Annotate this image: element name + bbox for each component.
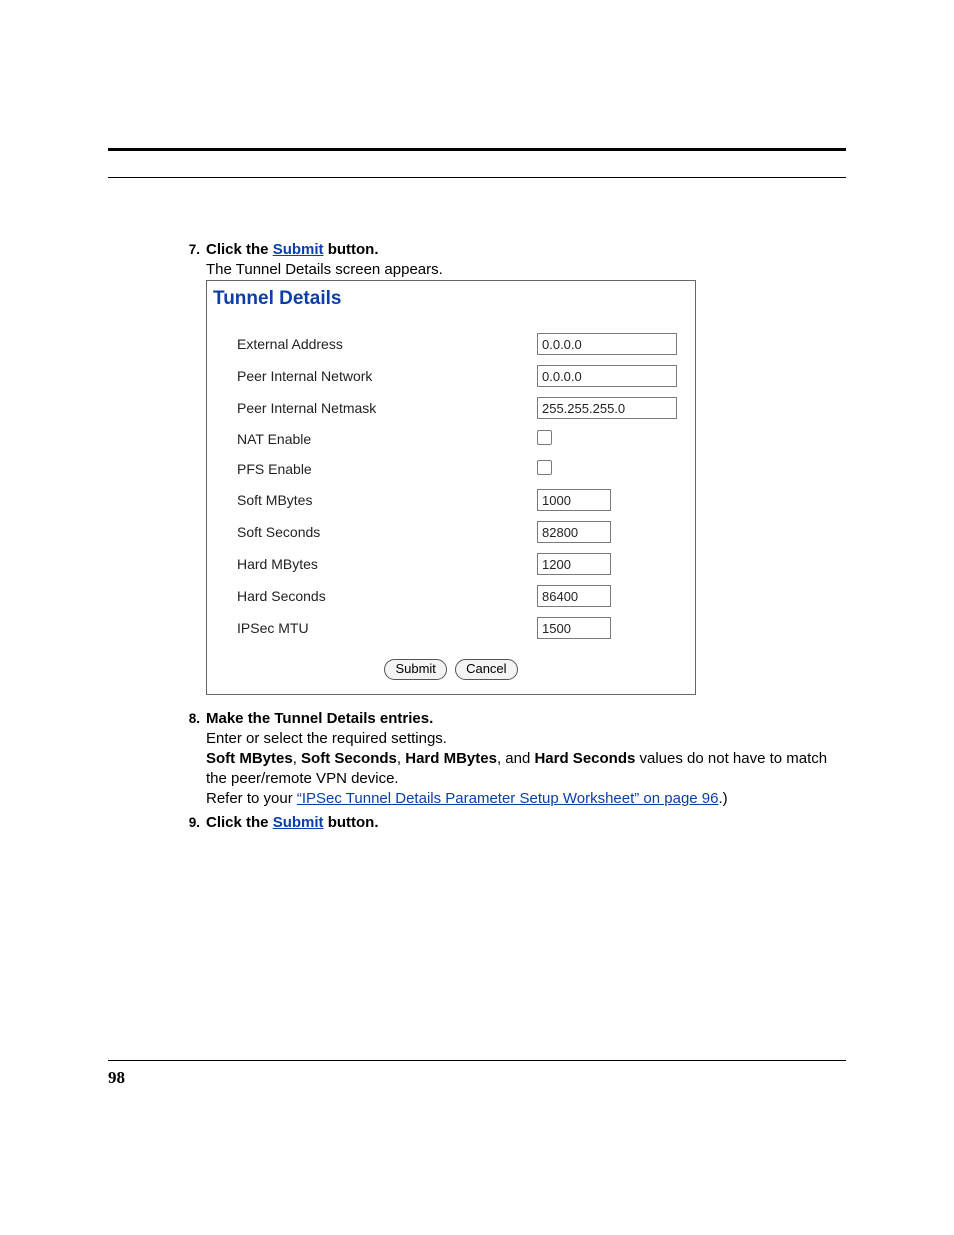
text: Click the [206, 814, 273, 831]
pfs-enable-label: PFS Enable [237, 459, 537, 479]
peer-internal-network-label: Peer Internal Network [237, 366, 537, 386]
pfs-enable-checkbox[interactable] [537, 460, 552, 475]
text: Soft Seconds [301, 750, 397, 767]
soft-seconds-label: Soft Seconds [237, 522, 537, 542]
external-address-input[interactable]: 0.0.0.0 [537, 333, 677, 355]
header-rules [108, 148, 846, 178]
screenshot-title: Tunnel Details [207, 281, 695, 333]
text: Hard Seconds [534, 750, 635, 767]
soft-mbytes-input[interactable]: 1000 [537, 489, 611, 511]
text: Refer to your [206, 790, 297, 807]
submit-link[interactable]: Submit [273, 241, 324, 258]
content-area: 7. Click the Submit button. The Tunnel D… [180, 240, 846, 837]
step-8: 8. Make the Tunnel Details entries. Ente… [180, 709, 846, 809]
peer-internal-netmask-input[interactable]: 255.255.255.0 [537, 397, 677, 419]
step-body: Make the Tunnel Details entries. Enter o… [206, 709, 846, 809]
hard-seconds-label: Hard Seconds [237, 586, 537, 606]
rule-thick [108, 148, 846, 151]
nat-enable-label: NAT Enable [237, 429, 537, 449]
step-number: 8. [178, 709, 200, 729]
text: Click the [206, 241, 273, 258]
text: Enter or select the required settings. [206, 729, 846, 749]
step-number: 9. [178, 813, 200, 833]
page: 7. Click the Submit button. The Tunnel D… [0, 0, 954, 1235]
step-7: 7. Click the Submit button. The Tunnel D… [180, 240, 846, 695]
hard-seconds-input[interactable]: 86400 [537, 585, 611, 607]
tunnel-details-screenshot: Tunnel Details External Address 0.0.0.0 … [206, 280, 696, 695]
footer-rule [108, 1060, 846, 1061]
soft-mbytes-label: Soft MBytes [237, 490, 537, 510]
page-number: 98 [108, 1068, 125, 1088]
text: , [397, 750, 405, 767]
text-line: Refer to your “IPSec Tunnel Details Para… [206, 789, 846, 809]
nat-enable-cell [537, 429, 677, 449]
text: The Tunnel Details screen appears. [206, 260, 846, 280]
step-body: Click the Submit button. [206, 813, 846, 833]
ipsec-mtu-label: IPSec MTU [237, 618, 537, 638]
external-address-label: External Address [237, 334, 537, 354]
text-line: Soft MBytes, Soft Seconds, Hard MBytes, … [206, 749, 846, 789]
text: button. [324, 241, 379, 258]
text: button. [324, 814, 379, 831]
nat-enable-checkbox[interactable] [537, 430, 552, 445]
step-number: 7. [178, 240, 200, 260]
submit-button[interactable]: Submit [384, 659, 446, 680]
soft-seconds-input[interactable]: 82800 [537, 521, 611, 543]
rule-thin [108, 177, 846, 178]
screenshot-fields: External Address 0.0.0.0 Peer Internal N… [207, 333, 695, 653]
peer-internal-netmask-label: Peer Internal Netmask [237, 398, 537, 418]
text: Make the Tunnel Details entries. [206, 709, 846, 729]
text: , [293, 750, 301, 767]
cancel-button[interactable]: Cancel [455, 659, 517, 680]
text: Soft MBytes [206, 750, 293, 767]
text: .) [719, 790, 728, 807]
text: , and [497, 750, 535, 767]
step-body: Click the Submit button. The Tunnel Deta… [206, 240, 846, 695]
ipsec-mtu-input[interactable]: 1500 [537, 617, 611, 639]
hard-mbytes-input[interactable]: 1200 [537, 553, 611, 575]
screenshot-buttons: Submit Cancel [207, 653, 695, 694]
peer-internal-network-input[interactable]: 0.0.0.0 [537, 365, 677, 387]
text: Hard MBytes [405, 750, 497, 767]
step-9: 9. Click the Submit button. [180, 813, 846, 833]
worksheet-link[interactable]: “IPSec Tunnel Details Parameter Setup Wo… [297, 790, 719, 807]
hard-mbytes-label: Hard MBytes [237, 554, 537, 574]
pfs-enable-cell [537, 459, 677, 479]
submit-link[interactable]: Submit [273, 814, 324, 831]
